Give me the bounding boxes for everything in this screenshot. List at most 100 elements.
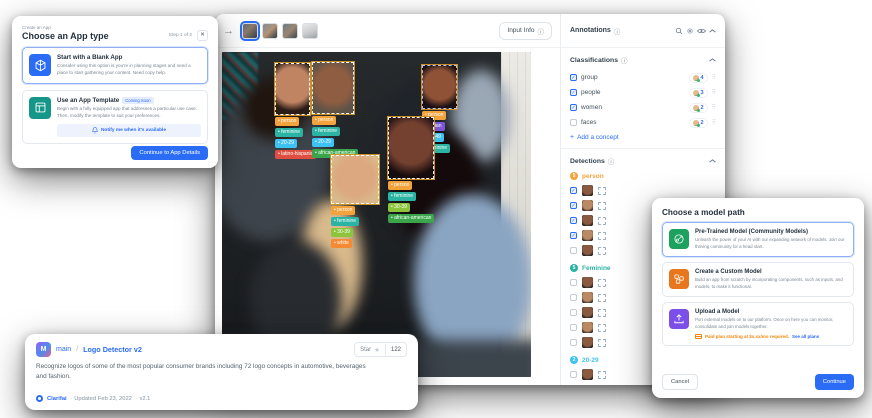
input-thumbnail[interactable] — [282, 23, 298, 39]
checkbox[interactable] — [570, 89, 577, 96]
concept-chip[interactable]: african-american — [388, 214, 434, 223]
checkbox[interactable] — [570, 294, 577, 301]
face-bounding-box[interactable]: person feminine 30-39 white — [331, 155, 379, 204]
star-count[interactable]: 122 — [385, 344, 406, 355]
repo-link[interactable]: main — [56, 346, 71, 353]
detection-thumbnail[interactable] — [582, 245, 593, 256]
concept-chip[interactable]: person — [312, 116, 336, 125]
input-thumbnail[interactable] — [242, 23, 258, 39]
checkbox[interactable] — [570, 119, 577, 126]
eye-icon[interactable] — [697, 27, 706, 35]
detection-thumbnail[interactable] — [582, 307, 593, 318]
bounding-box-icon[interactable] — [598, 371, 606, 379]
detection-row[interactable] — [570, 183, 716, 198]
chevron-up-icon[interactable] — [709, 158, 716, 164]
drag-handle-icon[interactable]: ⠿ — [712, 119, 716, 126]
checkbox[interactable] — [570, 202, 577, 209]
checkbox[interactable] — [570, 279, 577, 286]
checkbox[interactable] — [570, 309, 577, 316]
checkbox[interactable] — [570, 104, 577, 111]
input-thumbnail[interactable] — [302, 23, 318, 39]
input-thumbnail[interactable] — [262, 23, 278, 39]
continue-to-app-details-button[interactable]: Continue to App Details — [131, 146, 208, 160]
classification-row[interactable]: group 4 ⠿ — [570, 70, 716, 85]
concept-chip[interactable]: 20-29 — [275, 139, 297, 148]
concept-chip[interactable]: white — [331, 239, 352, 248]
concept-chip[interactable]: feminine — [331, 217, 359, 226]
concept-chip[interactable]: 20-29 — [312, 138, 334, 147]
detection-thumbnail[interactable] — [582, 337, 593, 348]
bounding-box-icon[interactable] — [598, 247, 606, 255]
add-concept-button[interactable]: + Add a concept — [570, 134, 716, 141]
star-widget[interactable]: Star ★ 122 — [354, 342, 407, 357]
drag-handle-icon[interactable]: ⠿ — [712, 104, 716, 111]
see-all-plans-link[interactable]: See all plans — [792, 334, 819, 339]
pretrained-model-option[interactable]: Pre-Trained Model (Community Models) Unl… — [662, 222, 854, 257]
cancel-button[interactable]: Cancel — [662, 374, 698, 390]
detection-thumbnail[interactable] — [582, 185, 593, 196]
checkbox[interactable] — [570, 74, 577, 81]
classification-row[interactable]: faces 2 ⠿ — [570, 115, 716, 130]
bounding-box-icon[interactable] — [598, 294, 606, 302]
model-icon: M — [36, 342, 51, 357]
bounding-box-icon[interactable] — [598, 202, 606, 210]
classification-row[interactable]: women 2 ⠿ — [570, 100, 716, 115]
model-name-link[interactable]: Logo Detector v2 — [83, 345, 142, 354]
concept-chip[interactable]: feminine — [312, 127, 340, 136]
checkbox[interactable] — [570, 339, 577, 346]
concept-chip[interactable]: person — [275, 117, 299, 126]
face-bounding-box[interactable]: person indian 40-49 feminine — [422, 65, 457, 109]
concept-chip[interactable]: feminine — [275, 128, 303, 137]
annotated-image[interactable]: person feminine 20-29 latino-hispanic — [222, 52, 531, 377]
bounding-box-icon[interactable] — [598, 324, 606, 332]
detection-thumbnail[interactable] — [582, 230, 593, 241]
checkbox[interactable] — [570, 247, 577, 254]
detection-thumbnail[interactable] — [582, 322, 593, 333]
face-bounding-box[interactable]: person feminine 20-29 african-american — [312, 62, 354, 114]
checkbox[interactable] — [570, 324, 577, 331]
star-button[interactable]: Star ★ — [355, 343, 385, 356]
search-icon[interactable] — [675, 27, 683, 35]
checkbox[interactable] — [570, 217, 577, 224]
owner-link[interactable]: Clarifai — [47, 396, 67, 402]
bounding-box-icon[interactable] — [598, 279, 606, 287]
chevron-up-icon[interactable] — [709, 57, 716, 63]
detection-thumbnail[interactable] — [582, 215, 593, 226]
detection-group-header[interactable]: 5 person — [570, 172, 716, 180]
blank-app-option[interactable]: Start with a Blank App Consider using th… — [22, 47, 208, 84]
concept-chip[interactable]: 30-39 — [388, 203, 410, 212]
detection-thumbnail[interactable] — [582, 277, 593, 288]
checkbox[interactable] — [570, 232, 577, 239]
bounding-box-icon[interactable] — [598, 339, 606, 347]
concept-chip[interactable]: person — [331, 206, 355, 215]
gear-icon[interactable] — [686, 27, 694, 35]
concept-chip[interactable]: 30-39 — [331, 228, 353, 237]
bounding-box-icon[interactable] — [598, 309, 606, 317]
option-description: Begin with a fully equipped app that add… — [57, 106, 201, 120]
detection-thumbnail[interactable] — [582, 200, 593, 211]
detection-thumbnail[interactable] — [582, 292, 593, 303]
custom-model-option[interactable]: Create a Custom Model Build an app from … — [662, 262, 854, 297]
continue-button[interactable]: Continue — [815, 374, 854, 390]
upload-model-option[interactable]: Upload a Model Port external models on t… — [662, 302, 854, 345]
bounding-box-icon[interactable] — [598, 217, 606, 225]
face-bounding-box[interactable]: person feminine 30-39 african-american — [388, 117, 434, 179]
checkbox[interactable] — [570, 187, 577, 194]
app-template-option[interactable]: Use an App Template Coming Soon Begin wi… — [22, 90, 208, 144]
drag-handle-icon[interactable]: ⠿ — [712, 89, 716, 96]
close-icon[interactable]: ✕ — [197, 30, 208, 41]
concept-chip[interactable]: person — [388, 181, 412, 190]
checkbox[interactable] — [570, 371, 577, 378]
notify-button[interactable]: Notify me when it's available — [57, 124, 201, 137]
concept-chip[interactable]: feminine — [388, 192, 416, 201]
face-bounding-box[interactable]: person feminine 20-29 latino-hispanic — [275, 63, 310, 115]
input-info-button[interactable]: Input Info ⓘ — [499, 22, 552, 40]
classification-row[interactable]: people 3 ⠿ — [570, 85, 716, 100]
chevron-up-icon[interactable] — [709, 28, 716, 34]
forward-arrow-icon[interactable]: → — [223, 25, 234, 37]
concept-chip[interactable]: latino-hispanic — [275, 150, 316, 159]
drag-handle-icon[interactable]: ⠿ — [712, 74, 716, 81]
detection-thumbnail[interactable] — [582, 369, 593, 380]
bounding-box-icon[interactable] — [598, 232, 606, 240]
bounding-box-icon[interactable] — [598, 187, 606, 195]
